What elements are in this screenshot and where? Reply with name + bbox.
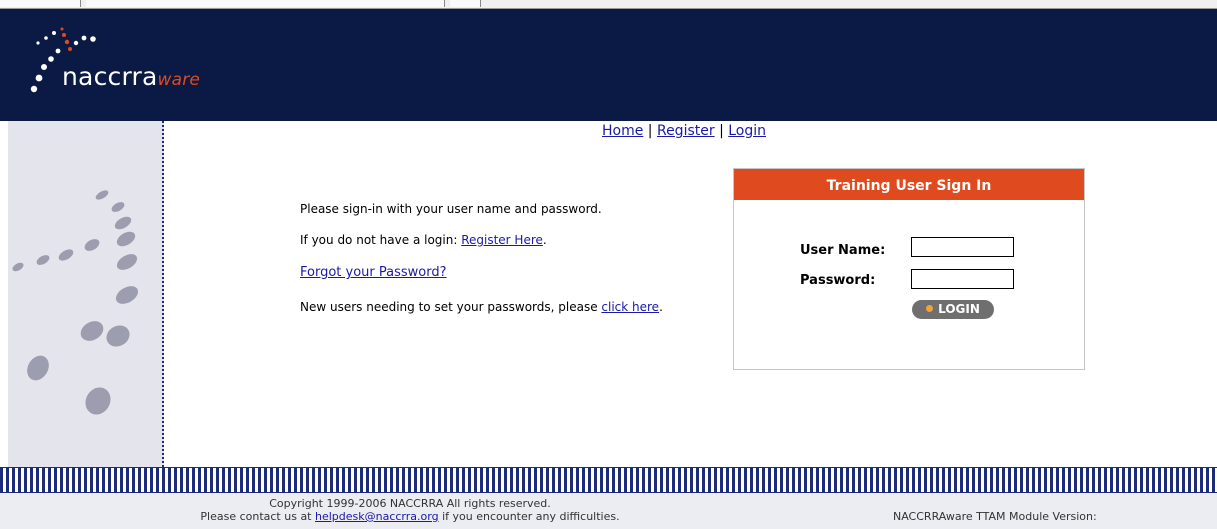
- decorative-dots-icon: [12, 190, 139, 415]
- username-label: User Name:: [800, 243, 886, 258]
- register-prompt-text: If you do not have a login:: [300, 233, 462, 247]
- login-button[interactable]: LOGIN: [912, 300, 994, 319]
- nav-home-link[interactable]: Home: [602, 123, 643, 139]
- signin-title: Training User Sign In: [734, 169, 1084, 200]
- nav-login-link[interactable]: Login: [728, 123, 766, 139]
- brand-suffix: ware: [157, 70, 201, 90]
- register-prompt: If you do not have a login: Register Her…: [300, 233, 547, 247]
- copyright-text: Copyright 1999-2006 NACCRRA All rights r…: [269, 497, 551, 510]
- browser-address-field[interactable]: [86, 0, 445, 7]
- footer-stripe-divider: [0, 467, 1217, 493]
- browser-tab-strip: [0, 0, 1217, 9]
- password-input[interactable]: [911, 269, 1014, 289]
- register-prompt-period: .: [542, 233, 547, 247]
- page-left-margin: [0, 121, 8, 467]
- nav-separator: |: [647, 123, 653, 139]
- browser-tab-button[interactable]: [450, 0, 481, 7]
- brand-logo-text: naccrraware: [62, 62, 200, 91]
- footer-copyright: Copyright 1999-2006 NACCRRA All rights r…: [0, 497, 820, 523]
- signin-panel: Training User Sign In User Name: Passwor…: [733, 168, 1085, 370]
- top-nav: Home | Register | Login: [602, 123, 766, 139]
- browser-tab[interactable]: [0, 0, 81, 7]
- username-input[interactable]: [911, 237, 1014, 257]
- signin-instruction: Please sign-in with your user name and p…: [300, 202, 602, 216]
- set-password-text: New users needing to set your passwords,…: [300, 300, 602, 314]
- contact-suffix: if you encounter any difficulties.: [438, 510, 620, 523]
- login-button-label: LOGIN: [938, 302, 980, 316]
- side-panel: [8, 121, 164, 467]
- nav-register-link[interactable]: Register: [657, 123, 715, 139]
- set-password-period: .: [659, 300, 663, 314]
- helpdesk-email-link[interactable]: helpdesk@naccrra.org: [315, 510, 439, 523]
- forgot-password-link[interactable]: Forgot your Password?: [300, 265, 447, 280]
- nav-separator: |: [719, 123, 724, 139]
- set-password-prompt: New users needing to set your passwords,…: [300, 300, 700, 314]
- brand-name: naccrra: [62, 62, 158, 91]
- click-here-link[interactable]: click here: [601, 300, 659, 314]
- password-label: Password:: [800, 273, 876, 288]
- contact-prefix: Please contact us at: [200, 510, 315, 523]
- forgot-password-row: Forgot your Password?: [300, 266, 447, 280]
- register-here-link[interactable]: Register Here: [461, 233, 543, 247]
- bullet-dot-icon: [926, 305, 934, 312]
- contact-line: Please contact us at helpdesk@naccrra.or…: [0, 510, 820, 523]
- module-version: NACCRRAware TTAM Module Version:: [893, 510, 1097, 523]
- site-header: naccrraware: [0, 9, 1217, 121]
